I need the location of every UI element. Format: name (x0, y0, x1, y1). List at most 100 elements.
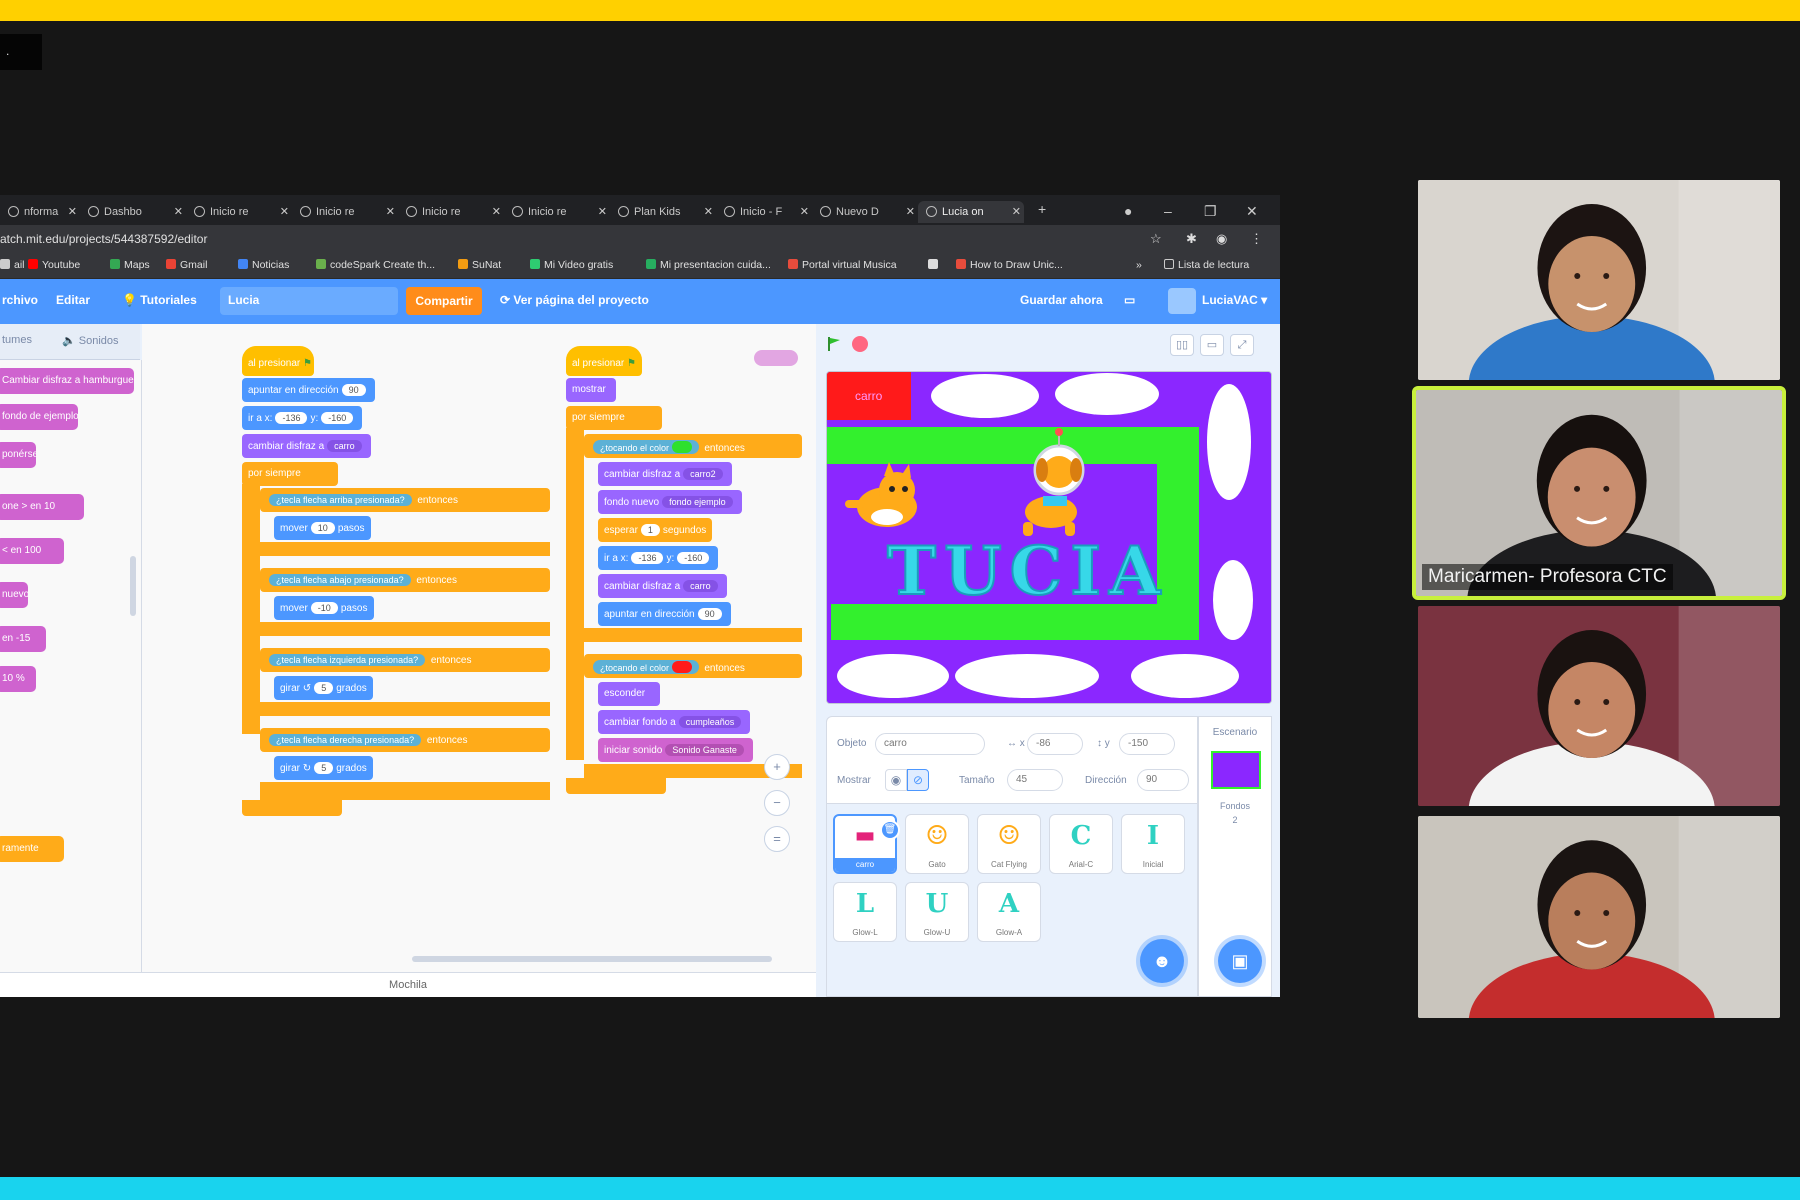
close-tab-icon[interactable]: ✕ (174, 201, 183, 223)
profile-icon[interactable]: ● (1124, 203, 1132, 219)
move-block[interactable]: mover 10 pasos (274, 516, 371, 540)
close-tab-icon[interactable]: ✕ (386, 201, 395, 223)
zoom-reset-icon[interactable]: = (764, 826, 790, 852)
degrees-value[interactable]: 5 (314, 682, 334, 694)
close-tab-icon[interactable]: ✕ (598, 201, 607, 223)
palette-block[interactable]: < en 100 (0, 538, 64, 564)
touching-color-condition[interactable]: ¿tocando el color (593, 660, 699, 674)
point-direction-block[interactable]: apuntar en dirección 90 (598, 602, 731, 626)
if-up-block[interactable]: ¿tecla flecha arriba presionada? entonce… (260, 488, 550, 512)
switch-costume-block[interactable]: cambiar disfraz a carro (242, 434, 371, 458)
if-left-block[interactable]: ¿tecla flecha izquierda presionada? ento… (260, 648, 550, 672)
bookmark-item[interactable]: ail (0, 259, 25, 271)
extensions-icon[interactable]: ✱ (1186, 231, 1197, 247)
choose-backdrop-icon[interactable]: ▣ (1218, 939, 1262, 983)
close-tab-icon[interactable]: ✕ (704, 201, 713, 223)
sprite-tile[interactable]: A Glow-A (977, 882, 1041, 942)
hide-block[interactable]: esconder (598, 682, 660, 706)
normal-stage-icon[interactable]: ▭ (1200, 334, 1224, 356)
palette-block[interactable]: nuevo (0, 582, 28, 608)
hide-eye-icon[interactable]: ⊘ (907, 769, 929, 791)
steps-value[interactable]: -10 (310, 602, 338, 614)
palette-block[interactable]: fondo de ejemplo (0, 404, 78, 430)
y-input[interactable]: -150 (1119, 733, 1175, 755)
condition-label[interactable]: ¿tecla flecha arriba presionada? (269, 494, 412, 506)
forever-block-2[interactable]: por siempre (566, 406, 662, 430)
bookmark-item[interactable]: Noticias (238, 259, 289, 271)
sprite-tile[interactable]: U Glow-U (905, 882, 969, 942)
block-value[interactable]: 90 (341, 384, 366, 396)
see-project-page-button[interactable]: ⟳ Ver página del proyecto (500, 293, 649, 307)
move-block[interactable]: mover -10 pasos (274, 596, 374, 620)
if-touching-red-block[interactable]: ¿tocando el color entonces (584, 654, 802, 678)
bookmark-item[interactable]: Youtube (28, 259, 80, 271)
touching-color-condition[interactable]: ¿tocando el color (593, 440, 699, 454)
bookmark-item[interactable]: How to Draw Unic... (956, 259, 1063, 271)
condition-label[interactable]: ¿tecla flecha derecha presionada? (269, 734, 422, 746)
browser-tab[interactable]: Dashbo ✕ (80, 201, 186, 223)
share-button[interactable]: Compartir (406, 287, 482, 315)
x-input[interactable]: -86 (1027, 733, 1083, 755)
comment-collapsed[interactable] (754, 350, 798, 366)
bookmark-item[interactable]: Gmail (166, 259, 207, 271)
participant-video[interactable] (1418, 180, 1780, 380)
palette-block[interactable]: en -15 (0, 626, 46, 652)
red-color-swatch[interactable] (671, 661, 692, 673)
steps-value[interactable]: 10 (310, 522, 335, 534)
sprite-tile[interactable]: C Arial-C (1049, 814, 1113, 874)
bookmark-item[interactable]: codeSpark Create th... (316, 259, 435, 271)
x-value[interactable]: -136 (631, 552, 664, 564)
close-tab-icon[interactable]: ✕ (800, 201, 809, 223)
palette-block[interactable]: Cambiar disfraz a hamburguesa (0, 368, 134, 394)
participant-video[interactable] (1418, 606, 1780, 806)
stage-canvas[interactable]: carro TUCIA (826, 371, 1272, 704)
goto-xy-block[interactable]: ir a x: -136 y: -160 (598, 546, 719, 570)
bookmark-item[interactable]: Portal virtual Musica (788, 259, 897, 271)
green-color-swatch[interactable] (671, 441, 692, 453)
backdrop-dropdown[interactable]: fondo ejemplo (662, 496, 733, 508)
browser-tab[interactable]: Inicio - F ✕ (716, 201, 812, 223)
browser-tab[interactable]: Inicio re ✕ (186, 201, 292, 223)
tab-costumes[interactable]: tumes (2, 334, 32, 346)
browser-tab[interactable]: Inicio re ✕ (292, 201, 398, 223)
username-menu[interactable]: LuciaVAC ▾ (1202, 293, 1267, 307)
close-window-icon[interactable]: ✕ (1246, 203, 1258, 220)
palette-block[interactable]: ponérse (0, 442, 36, 468)
y-value[interactable]: -160 (677, 552, 710, 564)
my-stuff-icon[interactable]: ▭ (1124, 293, 1135, 307)
user-avatar[interactable] (1168, 288, 1196, 314)
palette-block[interactable]: 10 % (0, 666, 36, 692)
switch-costume-block[interactable]: cambiar disfraz a carro2 (598, 462, 732, 486)
browser-tab[interactable]: nforma ✕ (0, 201, 80, 223)
edit-menu[interactable]: Editar (56, 293, 90, 307)
bookmark-item[interactable] (928, 259, 942, 271)
choose-sprite-icon[interactable]: ☻ (1140, 939, 1184, 983)
start-sound-block[interactable]: iniciar sonido Sonido Ganaste (598, 738, 753, 762)
extension-avatar-icon[interactable]: ◉ (1216, 231, 1227, 247)
participant-video[interactable] (1418, 816, 1780, 1018)
backpack-bar[interactable]: Mochila (0, 972, 816, 997)
costume-dropdown[interactable]: carro (327, 440, 362, 452)
direction-value[interactable]: 90 (697, 608, 722, 620)
url-text[interactable]: atch.mit.edu/projects/544387592/editor (0, 232, 207, 246)
browser-tab[interactable]: Plan Kids ✕ (610, 201, 716, 223)
direction-input[interactable]: 90 (1137, 769, 1189, 791)
if-down-block[interactable]: ¿tecla flecha abajo presionada? entonces (260, 568, 550, 592)
minimize-icon[interactable]: – (1164, 203, 1172, 219)
bookmark-item[interactable]: Mi presentacion cuida... (646, 259, 771, 271)
project-title-input[interactable]: Lucia (220, 287, 398, 315)
delete-sprite-icon[interactable]: 🗑 (880, 820, 900, 840)
show-block[interactable]: mostrar (566, 378, 616, 402)
if-right-block[interactable]: ¿tecla flecha derecha presionada? entonc… (260, 728, 550, 752)
more-bookmarks-icon[interactable]: » (1136, 259, 1142, 271)
y-value[interactable]: -160 (321, 412, 354, 424)
sound-dropdown[interactable]: Sonido Ganaste (665, 744, 744, 756)
show-eye-icon[interactable]: ◉ (885, 769, 907, 791)
address-bar[interactable]: atch.mit.edu/projects/544387592/editor ☆… (0, 225, 1280, 253)
fullscreen-icon[interactable]: ⤢ (1230, 334, 1254, 356)
sprite-tile[interactable]: ☺ Gato (905, 814, 969, 874)
sprite-tile[interactable]: ☺ Cat Flying (977, 814, 1041, 874)
save-now-button[interactable]: Guardar ahora (1020, 293, 1103, 307)
participant-video[interactable]: Maricarmen- Profesora CTC (1412, 386, 1786, 600)
close-tab-icon[interactable]: ✕ (906, 201, 915, 223)
